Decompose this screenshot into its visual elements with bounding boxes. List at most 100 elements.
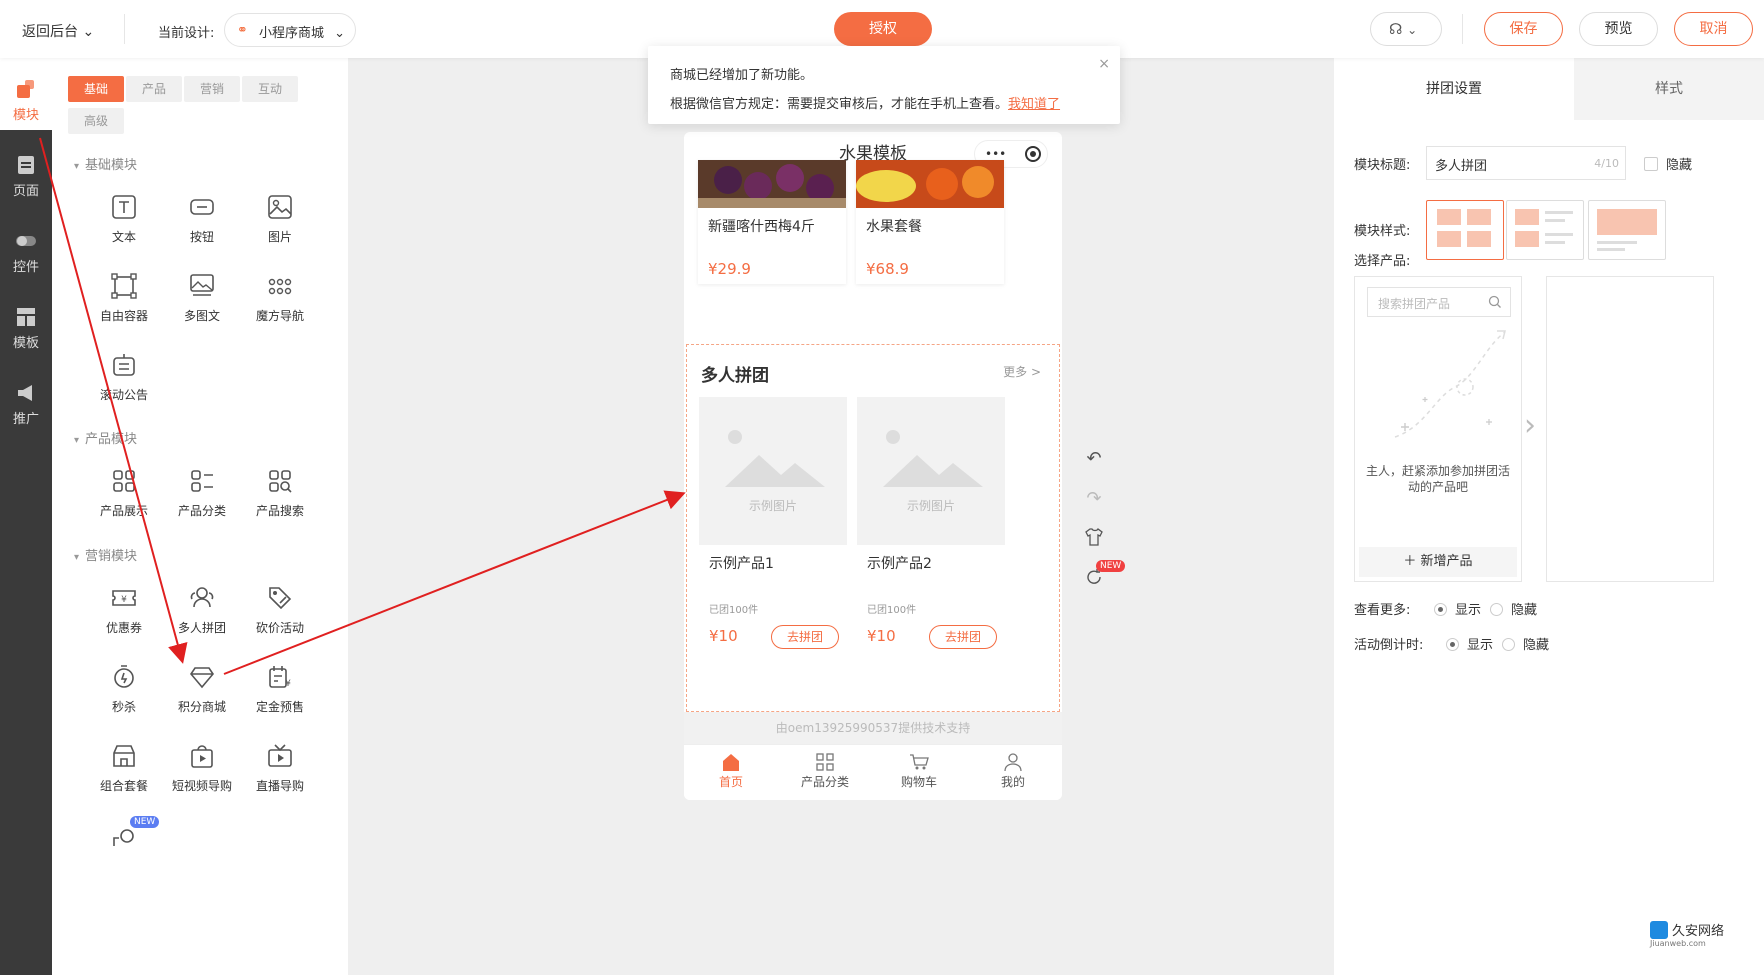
module-points-mall[interactable]: 积分商城 xyxy=(162,654,242,734)
sidebar-item-modules[interactable]: 模块 xyxy=(0,58,52,130)
cancel-button[interactable]: 取消 xyxy=(1674,12,1753,46)
module-combo-package[interactable]: 组合套餐 xyxy=(84,733,164,813)
empty-hint: 主人，赶紧添加参加拼团活动的产品吧 xyxy=(1365,464,1510,494)
placeholder-label: 示例图片 xyxy=(906,499,955,513)
tab-group-settings[interactable]: 拼团设置 xyxy=(1334,58,1574,120)
tab-profile[interactable]: 我的 xyxy=(966,749,1060,790)
undo-icon[interactable]: ↶ xyxy=(1080,448,1108,476)
module-cube-nav[interactable]: 魔方导航 xyxy=(240,263,320,343)
plum-image xyxy=(698,160,846,208)
module-text[interactable]: 文本 xyxy=(84,184,164,264)
store-icon xyxy=(113,745,135,767)
group-product-card[interactable]: 示例图片 示例产品2 已团100件 ¥10 去拼团 xyxy=(857,397,1005,653)
module-flash-sale[interactable]: 秒杀 xyxy=(84,654,164,734)
toggle-icon xyxy=(16,236,36,246)
tab-advanced[interactable]: 高级 xyxy=(68,108,124,134)
theme-shirt-icon[interactable] xyxy=(1080,528,1108,556)
preview-button[interactable]: 预览 xyxy=(1579,12,1658,46)
sidebar-item-promotion[interactable]: 推广 xyxy=(0,362,52,434)
module-product-search[interactable]: 产品搜索 xyxy=(240,458,320,538)
hide-title-checkbox[interactable]: 隐藏 xyxy=(1644,154,1692,173)
product-card[interactable]: 水果套餐 ¥68.9 xyxy=(856,160,1004,284)
phone-preview: 水果模板 ••• 新疆喀什西梅4斤 ¥29.9 水果套餐 ¥68.9 多人拼团 … xyxy=(684,132,1062,800)
module-deposit-presale[interactable]: ¥ 定金预售 xyxy=(240,654,320,734)
share-icon[interactable]: NEW xyxy=(1080,560,1126,596)
chevron-right-icon[interactable]: › xyxy=(1524,408,1536,443)
notice-icon xyxy=(113,354,135,376)
chevron-down-icon: ⌄ xyxy=(82,24,95,40)
grid-icon xyxy=(816,753,834,771)
feature-notice: 商城已经增加了新功能。 根据微信官方规定：需要提交审核后，才能在手机上查看。我知… xyxy=(648,46,1120,124)
sidebar-item-pages[interactable]: 页面 xyxy=(0,134,52,206)
module-live-stream[interactable]: 直播导购 xyxy=(240,733,320,813)
notice-line-2: 根据微信官方规定：需要提交审核后，才能在手机上查看。我知道了 xyxy=(670,93,1098,112)
group-product-card[interactable]: 示例图片 示例产品1 已团100件 ¥10 去拼团 xyxy=(699,397,847,653)
tech-support-footer: 由oem13925990537提供技术支持 xyxy=(684,712,1062,744)
module-short-video[interactable]: 短视频导购 xyxy=(162,733,242,813)
module-coupon[interactable]: ¥ 优惠券 xyxy=(84,575,164,655)
sidebar-item-templates[interactable]: 模板 xyxy=(0,286,52,358)
back-to-admin-button[interactable]: 返回后台 ⌄ xyxy=(22,21,94,41)
design-selector[interactable]: ⚭ 小程序商城 ⌄ xyxy=(224,13,356,47)
module-label: 魔方导航 xyxy=(255,309,304,323)
authorize-button[interactable]: 授权 xyxy=(834,12,932,46)
tv-play-icon xyxy=(268,744,292,767)
mountain-icon xyxy=(725,430,825,487)
module-multi-image-text[interactable]: 多图文 xyxy=(162,263,242,343)
style-option-list[interactable] xyxy=(1506,200,1584,260)
style-option-grid[interactable] xyxy=(1426,200,1504,260)
radio-label: 隐藏 xyxy=(1511,603,1538,618)
module-image[interactable]: 图片 xyxy=(240,184,320,264)
close-icon[interactable]: × xyxy=(1098,56,1110,72)
view-more-show-radio[interactable]: 显示 xyxy=(1434,599,1481,618)
add-product-button[interactable]: ＋ 新增产品 xyxy=(1359,547,1517,577)
group-buy-module[interactable]: 多人拼团 更多 > 示例图片 示例产品1 已团100件 ¥10 去拼团 示例图片… xyxy=(686,344,1060,712)
redo-icon[interactable]: ↷ xyxy=(1080,488,1108,516)
view-more-hide-radio[interactable]: 隐藏 xyxy=(1490,599,1537,618)
more-link[interactable]: 更多 > xyxy=(1003,363,1041,380)
style-option-large[interactable] xyxy=(1588,200,1666,260)
product-search-input[interactable]: 搜索拼团产品 xyxy=(1367,287,1511,317)
product-card[interactable]: 新疆喀什西梅4斤 ¥29.9 xyxy=(698,160,846,284)
countdown-show-radio[interactable]: 显示 xyxy=(1446,634,1493,653)
tab-marketing[interactable]: 营销 xyxy=(184,76,240,102)
product-name: 示例产品1 xyxy=(709,556,774,572)
module-scroll-notice[interactable]: 滚动公告 xyxy=(84,342,164,422)
tab-cart[interactable]: 购物车 xyxy=(872,749,966,790)
module-label: 产品搜索 xyxy=(255,504,304,518)
module-group-buy[interactable]: 多人拼团 xyxy=(162,575,242,655)
tab-basic[interactable]: 基础 xyxy=(68,76,124,102)
module-product-category[interactable]: 产品分类 xyxy=(162,458,242,538)
countdown-hide-radio[interactable]: 隐藏 xyxy=(1502,634,1549,653)
notice-dismiss-link[interactable]: 我知道了 xyxy=(1008,97,1060,112)
help-button[interactable]: ☊ ⌄ xyxy=(1370,12,1442,46)
join-group-button[interactable]: 去拼团 xyxy=(771,625,839,649)
new-badge: NEW xyxy=(130,816,160,828)
module-label: 产品展示 xyxy=(99,504,148,518)
tab-product[interactable]: 产品 xyxy=(126,76,182,102)
product-picker: 搜索拼团产品 主人，赶紧添加参加拼团活动的产品吧 ＋ 新增产品 xyxy=(1354,276,1522,582)
module-title-input[interactable]: 多人拼团 4/10 xyxy=(1426,146,1626,180)
section-basic[interactable]: 基础模块 xyxy=(74,154,137,173)
section-marketing[interactable]: 营销模块 xyxy=(74,545,137,564)
tab-style[interactable]: 样式 xyxy=(1574,58,1764,120)
tab-home[interactable]: 首页 xyxy=(684,749,778,790)
section-product[interactable]: 产品模块 xyxy=(74,428,137,447)
module-button[interactable]: 按钮 xyxy=(162,184,242,264)
radio-dot xyxy=(1434,603,1447,616)
module-new[interactable]: NEW xyxy=(84,812,164,852)
join-group-button[interactable]: 去拼团 xyxy=(929,625,997,649)
tab-interactive[interactable]: 互动 xyxy=(242,76,298,102)
product-grid-icon xyxy=(113,470,135,492)
image-icon xyxy=(268,195,292,219)
module-bargain[interactable]: 砍价活动 xyxy=(240,575,320,655)
module-free-container[interactable]: 自由容器 xyxy=(84,263,164,343)
empty-rocket-illustration xyxy=(1394,330,1506,438)
tab-category[interactable]: 产品分类 xyxy=(778,749,872,790)
sidebar-item-controls[interactable]: 控件 xyxy=(0,210,52,282)
watermark-sub: Jiuanweb.com xyxy=(1650,939,1706,948)
module-product-display[interactable]: 产品展示 xyxy=(84,458,164,538)
logo-icon xyxy=(1650,921,1668,939)
svg-text:¥: ¥ xyxy=(285,679,291,689)
save-button[interactable]: 保存 xyxy=(1484,12,1563,46)
